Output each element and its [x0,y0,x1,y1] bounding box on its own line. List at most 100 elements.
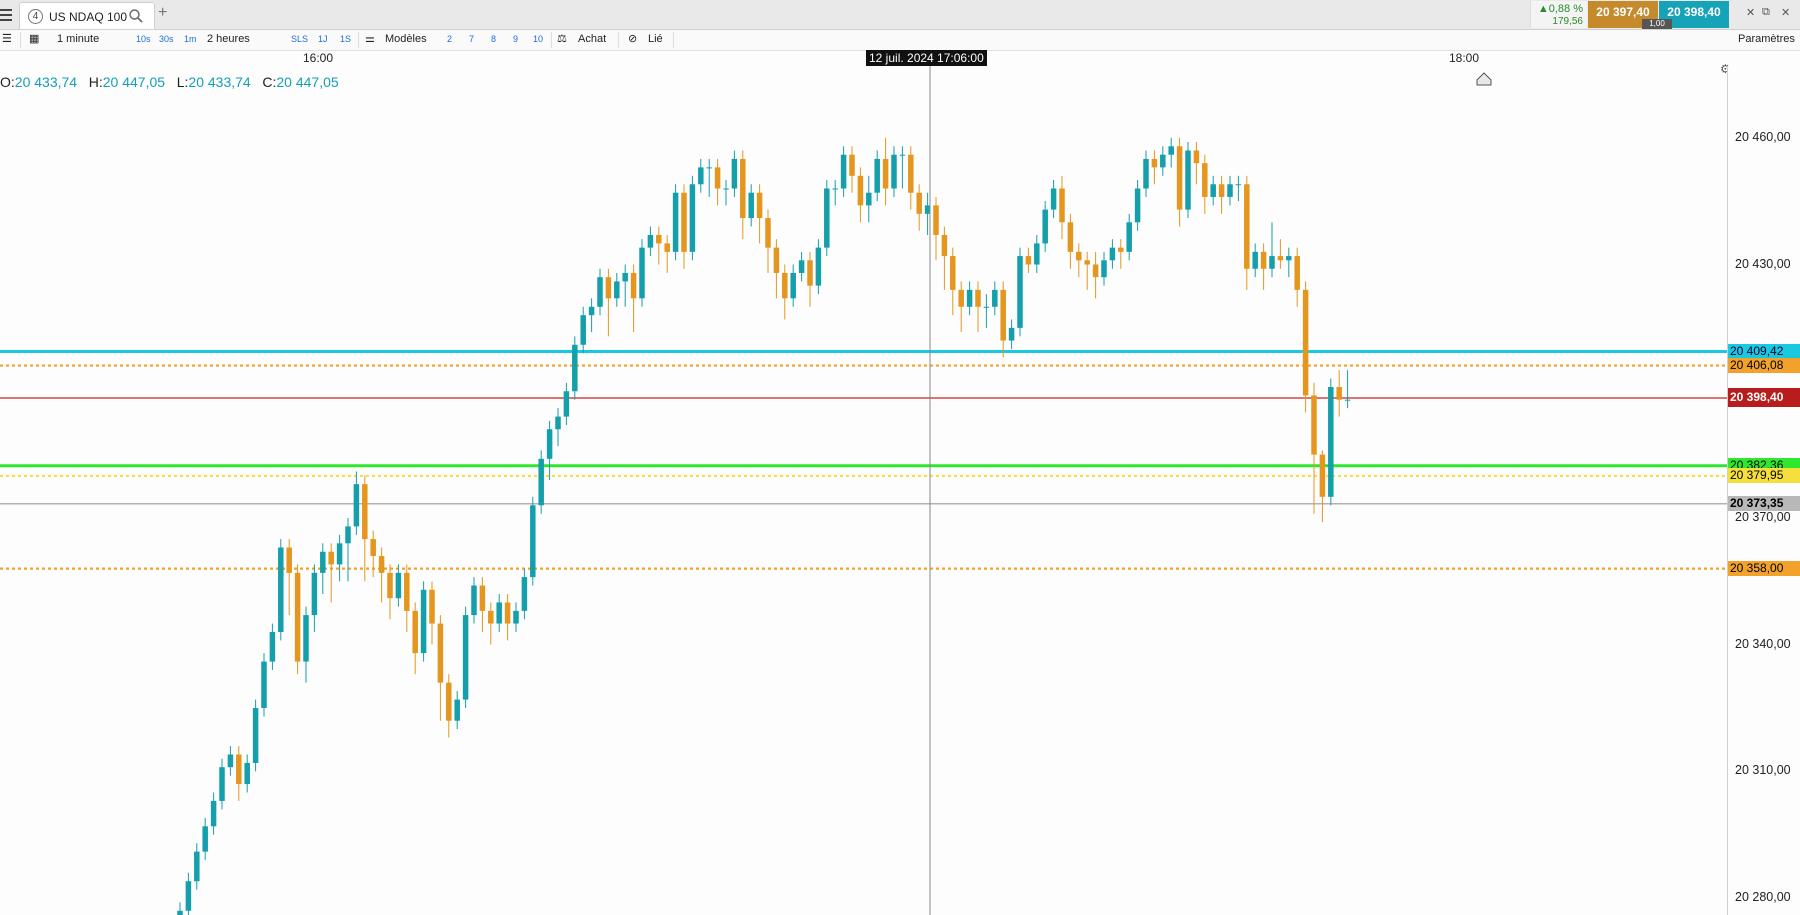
candle-body [286,547,292,573]
candle [1168,137,1174,168]
candle-body [1176,146,1183,210]
candle [504,593,511,641]
templates-button[interactable]: Modèles [385,33,427,45]
candle-body [462,615,469,700]
candle-body [261,661,267,709]
candle-body [580,315,586,345]
candle [1311,382,1317,514]
candle [874,150,880,202]
quick-mode-1s[interactable]: 1S [340,34,351,44]
candle-body [219,767,225,801]
candle-body [857,175,864,206]
candle-body [1269,256,1275,269]
candle [454,691,460,730]
candle-body [782,272,788,299]
candle-body [807,260,813,286]
template-slot-10[interactable]: 10 [533,34,543,44]
candle-body [706,167,712,169]
candle [353,471,360,535]
candle [723,180,729,206]
candle-body [756,192,763,219]
tab-number-badge: 4 [28,9,43,24]
close-window-icon[interactable]: ✕ [1781,6,1790,19]
candle [622,264,628,307]
candle [252,699,259,772]
ohlc-open: 20 433,74 [14,74,78,90]
link-icon: ⊘ [628,33,638,45]
candle [950,247,956,316]
price-tag: 20 398,40 [1728,388,1800,408]
candle-body [1160,154,1166,168]
buy-order-button[interactable]: Achat [578,33,606,45]
candle-body [1235,184,1242,186]
candle [975,281,981,333]
candles [177,137,1351,915]
quick-interval-10s[interactable]: 10s [136,34,151,44]
layout-grid-icon[interactable]: ▦ [29,32,39,45]
candle [336,534,343,582]
close-x-icon[interactable]: ✕ [1746,6,1755,19]
price-chart[interactable] [0,66,1727,915]
candle [244,754,250,793]
candle [807,251,813,307]
template-slot-8[interactable]: 8 [491,34,496,44]
candle-body [647,234,654,248]
candle-body [244,762,250,785]
candle-body [605,277,612,299]
candle-body [1168,146,1174,155]
add-tab-icon[interactable]: + [158,4,167,22]
candle-body [454,699,460,721]
candle-body [504,602,511,624]
restore-window-icon[interactable]: ⧉ [1762,6,1770,19]
candle [1269,222,1275,278]
change-indicator: ▲0,88 % 179,56 [1530,1,1587,28]
candle-body [866,192,872,206]
quick-mode-sls[interactable]: SLS [291,34,308,44]
templates-icon[interactable]: ⚌ [365,32,375,45]
candle [1118,239,1124,269]
quick-interval-1m[interactable]: 1m [184,34,197,44]
home-marker-icon[interactable] [1476,72,1492,86]
candle [824,180,830,257]
candle [1126,213,1132,261]
spread-badge: 1,00 [1642,19,1672,29]
search-icon[interactable] [128,8,144,24]
candle [731,150,738,197]
tab-us-ndaq-100[interactable]: 4 US NDAQ 100 [19,2,155,29]
candle-body [353,484,360,527]
candle [219,758,225,810]
candle-body [798,260,805,273]
candle [790,264,796,307]
candle-body [1311,395,1317,455]
candle-body [1084,260,1090,265]
candle [698,158,704,193]
template-slot-9[interactable]: 9 [513,34,518,44]
candle-body [1050,188,1057,210]
link-button[interactable]: Lié [648,33,663,45]
candle-body [1067,222,1074,252]
candle-body [1143,158,1149,189]
candle [1302,281,1309,413]
candle [236,746,242,801]
hamburger-menu-icon[interactable] [0,6,12,22]
interval-select[interactable]: 1 minute [57,33,99,45]
candle-body [404,572,410,611]
price-axis[interactable]: 20 460,00 20 430,00 20 370,00 20 340,00 20 3… [1727,66,1800,915]
candle [983,294,990,328]
period-select[interactable]: 2 heures [207,33,250,45]
settings-button[interactable]: Paramètres [1738,33,1795,45]
candle-body [546,429,553,459]
template-slot-7[interactable]: 7 [469,34,474,44]
candle-body [1185,150,1191,210]
candle [614,272,620,307]
candle [1067,213,1074,269]
quick-interval-30s[interactable]: 30s [159,34,174,44]
list-icon[interactable]: ☰ [2,32,12,45]
quick-mode-1j[interactable]: 1J [318,34,328,44]
template-slot-2[interactable]: 2 [447,34,452,44]
candle-body [513,610,519,624]
candle [1319,450,1326,523]
candle-body [681,192,687,252]
candle-body [1294,256,1300,290]
candle-body [1025,256,1032,265]
